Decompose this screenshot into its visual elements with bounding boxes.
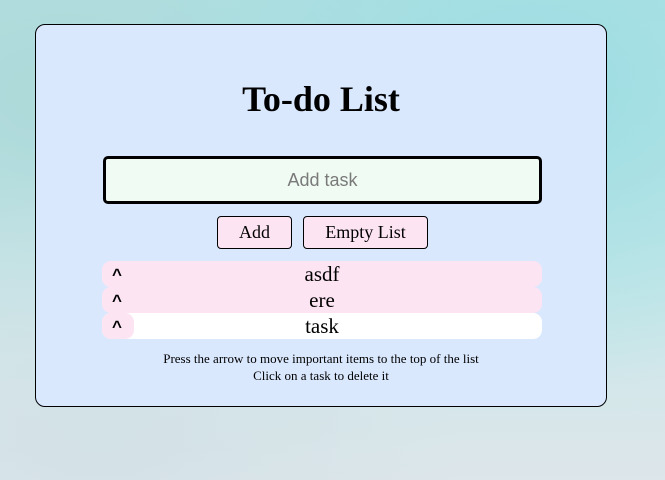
- task-item[interactable]: ^ task: [102, 313, 542, 339]
- add-task-input[interactable]: [103, 156, 542, 204]
- page-title: To-do List: [242, 79, 400, 119]
- move-up-arrow-icon[interactable]: ^: [102, 261, 134, 287]
- task-text[interactable]: task: [102, 313, 542, 339]
- empty-list-button[interactable]: Empty List: [303, 216, 428, 249]
- task-text[interactable]: asdf: [102, 261, 542, 287]
- move-up-arrow-icon[interactable]: ^: [102, 313, 134, 339]
- instruction-delete-task: Click on a task to delete it: [253, 368, 389, 383]
- task-text[interactable]: ere: [102, 287, 542, 313]
- task-list: ^ asdf ^ ere ^ task: [102, 261, 542, 339]
- todo-card: To-do List Add Empty List ^ asdf ^ ere ^…: [35, 24, 607, 407]
- task-item[interactable]: ^ asdf: [102, 261, 542, 287]
- move-up-arrow-icon[interactable]: ^: [102, 287, 134, 313]
- add-button[interactable]: Add: [217, 216, 292, 249]
- instruction-move-arrow: Press the arrow to move important items …: [163, 351, 479, 366]
- task-item[interactable]: ^ ere: [102, 287, 542, 313]
